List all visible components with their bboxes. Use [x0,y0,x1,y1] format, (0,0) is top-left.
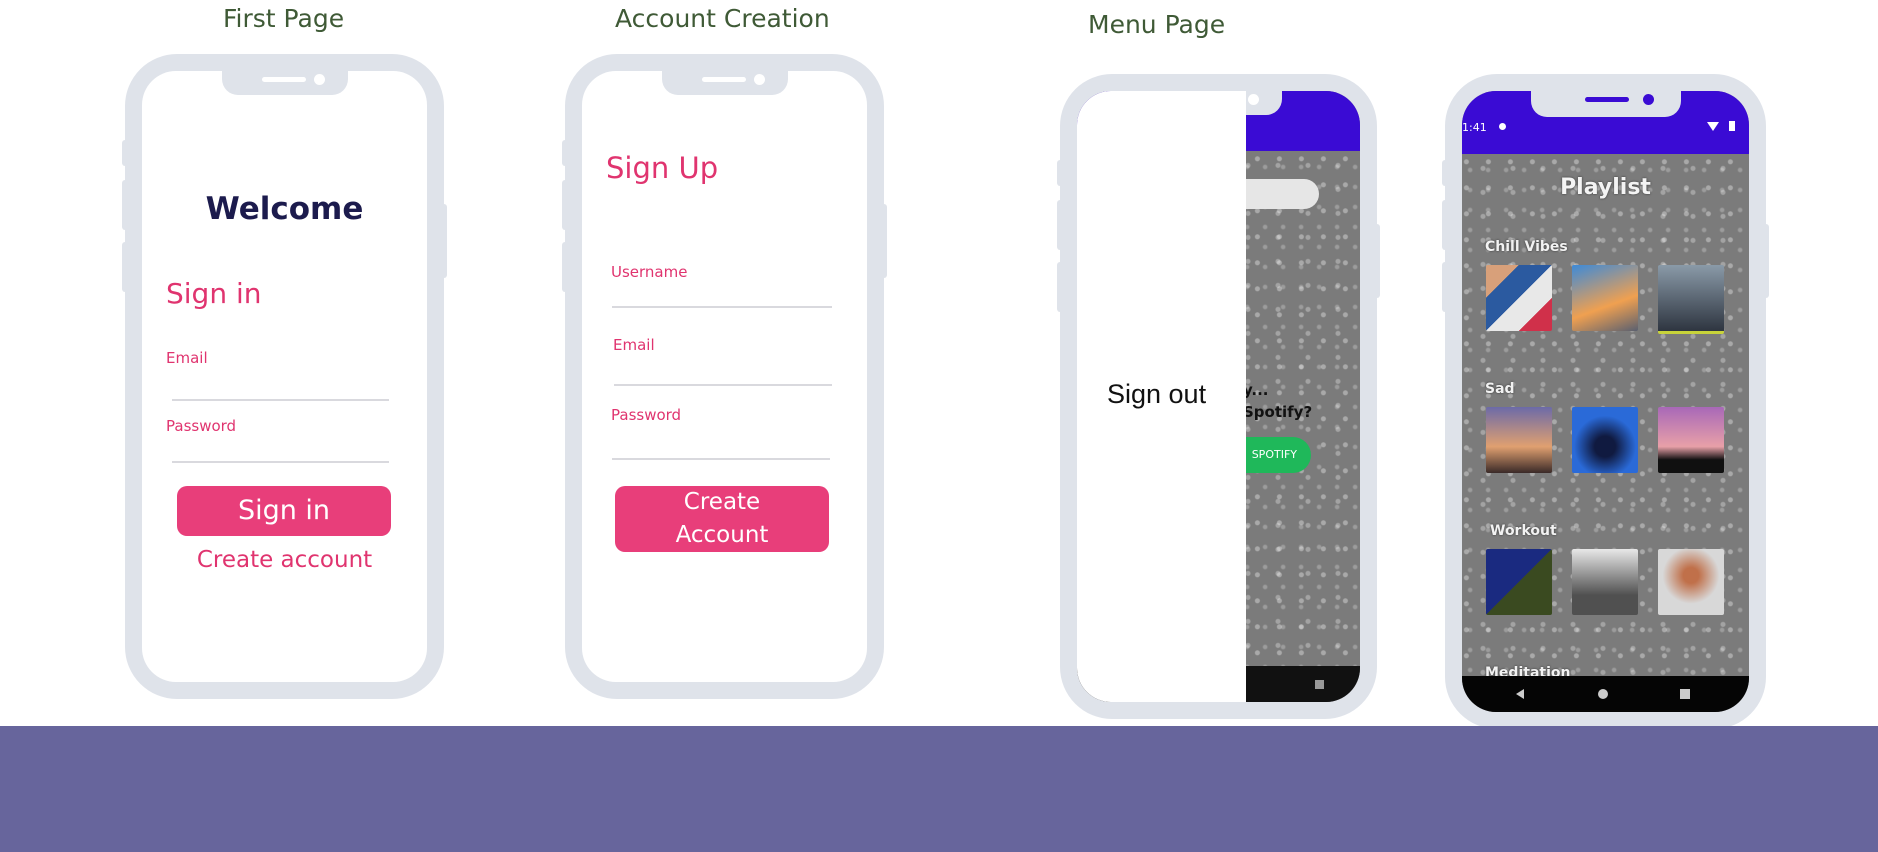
password-field[interactable] [172,461,389,463]
email-field[interactable] [614,384,832,386]
phone-signin: Welcome Sign in Email Password Sign in C… [122,54,447,699]
password-label: Password [611,406,682,424]
playlist-screen: 1:41 Playlist Chill Vibes Sad Workout Me… [1462,91,1749,712]
phone-notch [661,69,788,95]
phone-signup: Sign Up Username Email Password Create A… [562,54,887,699]
drawer-item-sign-out[interactable]: Sign out [1107,379,1206,410]
album-thumb[interactable] [1486,407,1552,473]
caption-menu-page: Menu Page [1088,10,1226,39]
square-nav-icon[interactable] [1315,680,1324,689]
category-chill-vibes: Chill Vibes [1485,239,1568,255]
signin-button[interactable]: Sign in [177,486,391,536]
signup-heading: Sign Up [606,151,719,185]
playlist-title: Playlist [1560,175,1651,200]
album-thumb[interactable] [1658,407,1724,473]
album-thumb[interactable] [1486,549,1552,615]
menu-screen: y... Spotify? SPOTIFY Sign out [1077,91,1360,702]
password-label: Password [166,417,237,435]
album-thumb[interactable] [1658,549,1724,615]
create-button-line1: Create [683,489,761,515]
password-field[interactable] [612,458,830,460]
username-field[interactable] [612,306,832,308]
playlist-nav-bar [1462,676,1749,712]
album-thumb[interactable] [1572,407,1638,473]
album-thumb[interactable] [1658,265,1724,334]
email-field[interactable] [172,399,389,401]
signin-screen: Welcome Sign in Email Password Sign in C… [142,71,427,682]
navigation-drawer: Sign out [1077,91,1246,702]
battery-icon [1729,121,1735,131]
caption-first-page: First Page [223,4,345,33]
username-label: Username [611,263,688,281]
phone-notch [1530,89,1681,117]
create-account-link[interactable]: Create account [142,547,427,573]
create-button-line2: Account [675,522,769,548]
category-sad: Sad [1485,381,1515,397]
phone-playlist: 1:41 Playlist Chill Vibes Sad Workout Me… [1442,74,1769,729]
back-nav-icon[interactable] [1516,689,1524,699]
caption-account-creation: Account Creation [615,4,830,33]
phone-notch [221,69,348,95]
status-time: 1:41 [1462,121,1487,134]
email-label: Email [166,349,208,367]
phone-menu: y... Spotify? SPOTIFY Sign out [1057,74,1380,719]
signin-heading: Sign in [166,277,262,310]
create-account-button[interactable]: Create Account [615,486,829,552]
album-thumb[interactable] [1486,265,1552,331]
wifi-icon [1707,122,1719,131]
menu-partial-text-2: Spotify? [1243,403,1313,421]
email-label: Email [613,336,655,354]
album-thumb[interactable] [1572,265,1638,331]
footer-band [0,726,1878,852]
signup-screen: Sign Up Username Email Password Create A… [582,71,867,682]
album-thumb[interactable] [1572,549,1638,615]
category-workout: Workout [1490,523,1557,539]
menu-partial-text-1: y... [1243,381,1269,399]
recents-nav-icon[interactable] [1680,689,1690,699]
welcome-title: Welcome [205,191,364,227]
settings-icon [1499,123,1506,130]
home-nav-icon[interactable] [1598,689,1608,699]
